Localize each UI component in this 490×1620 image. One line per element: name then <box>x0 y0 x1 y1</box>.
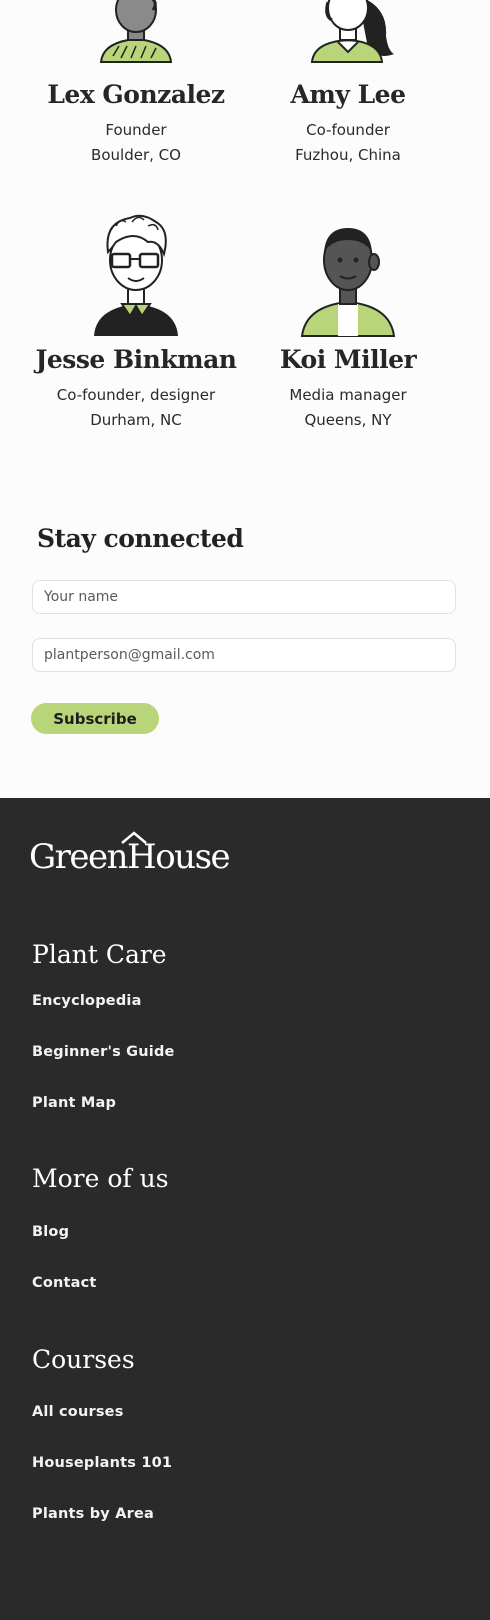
footer-heading-courses: Courses <box>32 1345 135 1374</box>
footer-heading-more-of-us: More of us <box>32 1164 169 1193</box>
member-role: Founder <box>105 121 167 139</box>
subscribe-button[interactable]: Subscribe <box>31 703 159 734</box>
member-location: Queens, NY <box>304 411 392 429</box>
name-input[interactable] <box>32 580 456 614</box>
member-location: Boulder, CO <box>91 146 181 164</box>
footer-link-encyclopedia[interactable]: Encyclopedia <box>32 993 142 1009</box>
member-role: Co-founder <box>306 121 390 139</box>
member-location: Fuzhou, China <box>295 146 401 164</box>
greenhouse-logo[interactable]: GreenHouse <box>29 831 231 877</box>
member-name: Koi Miller <box>279 345 417 374</box>
person-glasses-icon <box>94 214 178 336</box>
footer-link-contact[interactable]: Contact <box>32 1275 97 1291</box>
person-gray-skin-icon <box>99 0 173 63</box>
email-input[interactable] <box>32 638 456 672</box>
member-role: Media manager <box>289 386 407 404</box>
footer-link-all-courses[interactable]: All courses <box>32 1404 124 1420</box>
footer-link-plants-by-area[interactable]: Plants by Area <box>32 1506 154 1522</box>
member-name: Lex Gonzalez <box>47 80 225 109</box>
member-location: Durham, NC <box>90 411 182 429</box>
footer-link-plant-map[interactable]: Plant Map <box>32 1095 116 1111</box>
footer-link-houseplants-101[interactable]: Houseplants 101 <box>32 1455 172 1471</box>
roof-icon <box>121 831 147 844</box>
newsletter-title: Stay connected <box>37 524 244 553</box>
footer-link-blog[interactable]: Blog <box>32 1224 69 1240</box>
member-name: Amy Lee <box>290 80 406 109</box>
site-footer: GreenHouse Plant Care Encyclopedia Begin… <box>0 798 490 1620</box>
member-role: Co-founder, designer <box>56 386 216 404</box>
logo-text: GreenHouse <box>29 837 231 877</box>
member-name: Jesse Binkman <box>35 345 237 374</box>
footer-link-beginners-guide[interactable]: Beginner's Guide <box>32 1044 175 1060</box>
person-dark-skin-icon <box>300 228 396 337</box>
person-long-hair-icon <box>310 0 394 63</box>
footer-heading-plant-care: Plant Care <box>32 940 167 969</box>
team-section: Lex Gonzalez Founder Boulder, CO Amy Lee… <box>0 0 490 798</box>
